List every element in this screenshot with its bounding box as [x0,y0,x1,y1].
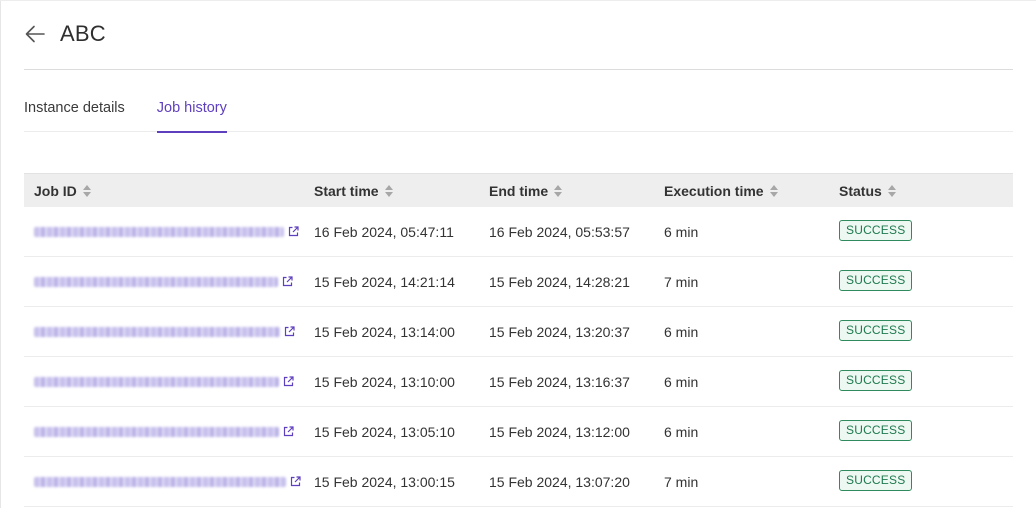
page-title: ABC [60,20,106,46]
redacted-job-id [34,326,280,337]
status-badge: SUCCESS [839,470,913,491]
job-history-table: Job ID Start time End time Execution tim… [24,173,1013,507]
end-time-cell: 15 Feb 2024, 13:16:37 [489,373,630,390]
column-header-execution-time[interactable]: Execution time [664,183,839,199]
tab-job-history[interactable]: Job history [156,86,228,133]
column-header-job-id[interactable]: Job ID [24,183,314,199]
column-label: Status [839,182,882,199]
execution-time-cell: 7 min [664,273,699,290]
end-time-cell: 15 Feb 2024, 13:12:00 [489,423,630,440]
external-link-icon[interactable] [283,376,294,387]
redacted-job-id [34,276,278,287]
column-header-status[interactable]: Status [839,183,1013,199]
execution-time-cell: 6 min [664,373,699,390]
external-link-icon[interactable] [283,426,294,437]
external-link-icon[interactable] [284,326,295,337]
job-id-link[interactable] [34,226,299,237]
table-row: 15 Feb 2024, 13:05:10 15 Feb 2024, 13:12… [24,407,1013,457]
redacted-job-id [34,476,286,487]
start-time-cell: 15 Feb 2024, 14:21:14 [314,273,455,290]
column-label: Job ID [34,182,77,199]
external-link-icon[interactable] [290,476,301,487]
sort-icon [384,184,393,197]
end-time-cell: 15 Feb 2024, 13:07:20 [489,473,630,490]
execution-time-cell: 6 min [664,323,699,340]
job-id-link[interactable] [34,426,294,437]
redacted-job-id [34,376,279,387]
start-time-cell: 15 Feb 2024, 13:05:10 [314,423,455,440]
status-badge: SUCCESS [839,420,913,441]
column-label: Execution time [664,182,764,199]
start-time-cell: 15 Feb 2024, 13:14:00 [314,323,455,340]
table-row: 16 Feb 2024, 05:47:11 16 Feb 2024, 05:53… [24,207,1013,257]
job-id-link[interactable] [34,326,295,337]
table-row: 15 Feb 2024, 13:10:00 15 Feb 2024, 13:16… [24,357,1013,407]
end-time-cell: 15 Feb 2024, 13:20:37 [489,323,630,340]
page-header: ABC [24,0,1013,70]
tab-instance-details[interactable]: Instance details [24,86,125,132]
external-link-icon[interactable] [288,226,299,237]
tab-bar: Instance details Job history [24,86,1013,133]
sort-icon [82,184,91,197]
execution-time-cell: 6 min [664,223,699,240]
start-time-cell: 16 Feb 2024, 05:47:11 [314,223,454,240]
start-time-cell: 15 Feb 2024, 13:10:00 [314,373,455,390]
table-row: 15 Feb 2024, 13:14:00 15 Feb 2024, 13:20… [24,307,1013,357]
status-badge: SUCCESS [839,320,913,341]
table-header: Job ID Start time End time Execution tim… [24,173,1013,207]
sort-icon [887,184,896,197]
redacted-job-id [34,226,284,237]
external-link-icon[interactable] [282,276,293,287]
back-button[interactable] [24,23,46,45]
arrow-left-icon [25,25,45,42]
column-header-end-time[interactable]: End time [489,183,664,199]
table-row: 15 Feb 2024, 14:21:14 15 Feb 2024, 14:28… [24,257,1013,307]
job-id-link[interactable] [34,276,293,287]
end-time-cell: 15 Feb 2024, 14:28:21 [489,273,630,290]
table-row: 15 Feb 2024, 13:00:15 15 Feb 2024, 13:07… [24,457,1013,507]
start-time-cell: 15 Feb 2024, 13:00:15 [314,473,455,490]
status-badge: SUCCESS [839,270,913,291]
column-label: End time [489,182,549,199]
sort-icon [769,184,778,197]
sort-icon [554,184,563,197]
column-header-start-time[interactable]: Start time [314,183,489,199]
redacted-job-id [34,426,279,437]
column-label: Start time [314,182,379,199]
execution-time-cell: 7 min [664,473,699,490]
window-left-edge [0,0,1,508]
job-id-link[interactable] [34,476,301,487]
execution-time-cell: 6 min [664,423,699,440]
job-id-link[interactable] [34,376,294,387]
status-badge: SUCCESS [839,220,913,241]
status-badge: SUCCESS [839,370,913,391]
end-time-cell: 16 Feb 2024, 05:53:57 [489,223,630,240]
